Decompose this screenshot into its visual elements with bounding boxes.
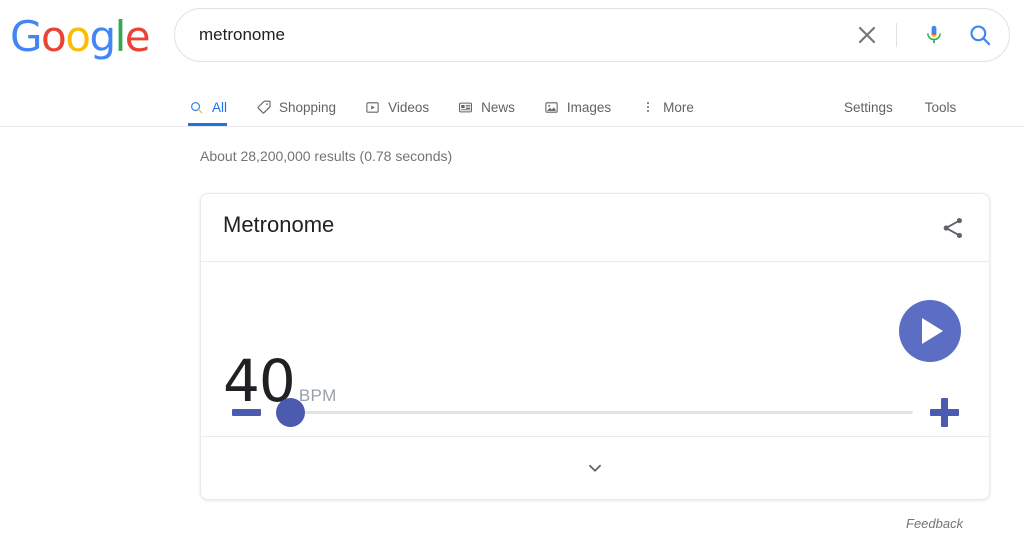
tempo-slider-thumb[interactable] <box>276 398 305 427</box>
metronome-widget: Metronome 40 BPM <box>200 193 990 500</box>
page-title: Metronome <box>223 212 335 237</box>
chevron-down-icon <box>582 455 608 481</box>
metronome-expand-row[interactable] <box>201 437 989 499</box>
search-icon <box>188 99 205 116</box>
more-vertical-icon <box>639 99 656 116</box>
search-input[interactable] <box>199 9 839 61</box>
tab-more[interactable]: More <box>639 88 694 126</box>
tempo-slider-track[interactable] <box>291 411 913 414</box>
microphone-icon[interactable] <box>921 22 947 48</box>
search-nav-right: Settings Tools <box>844 88 956 126</box>
metronome-body: 40 BPM <box>201 262 989 437</box>
tab-news[interactable]: News <box>457 88 515 126</box>
tab-shopping[interactable]: Shopping <box>255 88 336 126</box>
search-icon[interactable] <box>967 22 993 48</box>
play-button[interactable] <box>899 300 961 362</box>
newspaper-icon <box>457 99 474 116</box>
tab-label: Videos <box>388 99 430 115</box>
tab-label: More <box>663 99 694 115</box>
plus-icon-vertical <box>941 398 948 427</box>
header-divider <box>0 126 1024 127</box>
play-icon <box>922 318 943 344</box>
increase-tempo-button[interactable] <box>930 398 959 427</box>
tempo-slider-row <box>201 390 989 436</box>
decrease-tempo-button[interactable] <box>232 409 261 416</box>
settings-link[interactable]: Settings <box>844 100 893 115</box>
page-header: Google metronome All Shopping Videos New… <box>0 0 1024 127</box>
feedback-link[interactable]: Feedback <box>906 516 963 531</box>
search-box[interactable] <box>174 8 1010 62</box>
metronome-header: Metronome <box>201 194 989 262</box>
tab-all[interactable]: All <box>188 88 228 126</box>
result-stats: About 28,200,000 results (0.78 seconds) <box>200 148 453 164</box>
tab-label: All <box>212 99 228 115</box>
google-logo[interactable]: Google <box>10 14 151 60</box>
search-nav-tabs: All Shopping Videos News Images More <box>188 88 722 127</box>
video-box-icon <box>364 99 381 116</box>
tab-videos[interactable]: Videos <box>364 88 429 126</box>
google-search-results-page: Google metronome All Shopping Videos New… <box>0 0 1024 553</box>
tab-label: News <box>481 99 515 115</box>
search-divider <box>896 23 897 47</box>
tools-link[interactable]: Tools <box>925 100 957 115</box>
tag-icon <box>255 99 272 116</box>
tab-label: Shopping <box>279 99 337 115</box>
tab-images[interactable]: Images <box>543 88 611 126</box>
share-icon[interactable] <box>939 214 967 242</box>
close-icon[interactable] <box>853 21 881 49</box>
tab-label: Images <box>566 99 612 115</box>
photo-icon <box>543 99 560 116</box>
